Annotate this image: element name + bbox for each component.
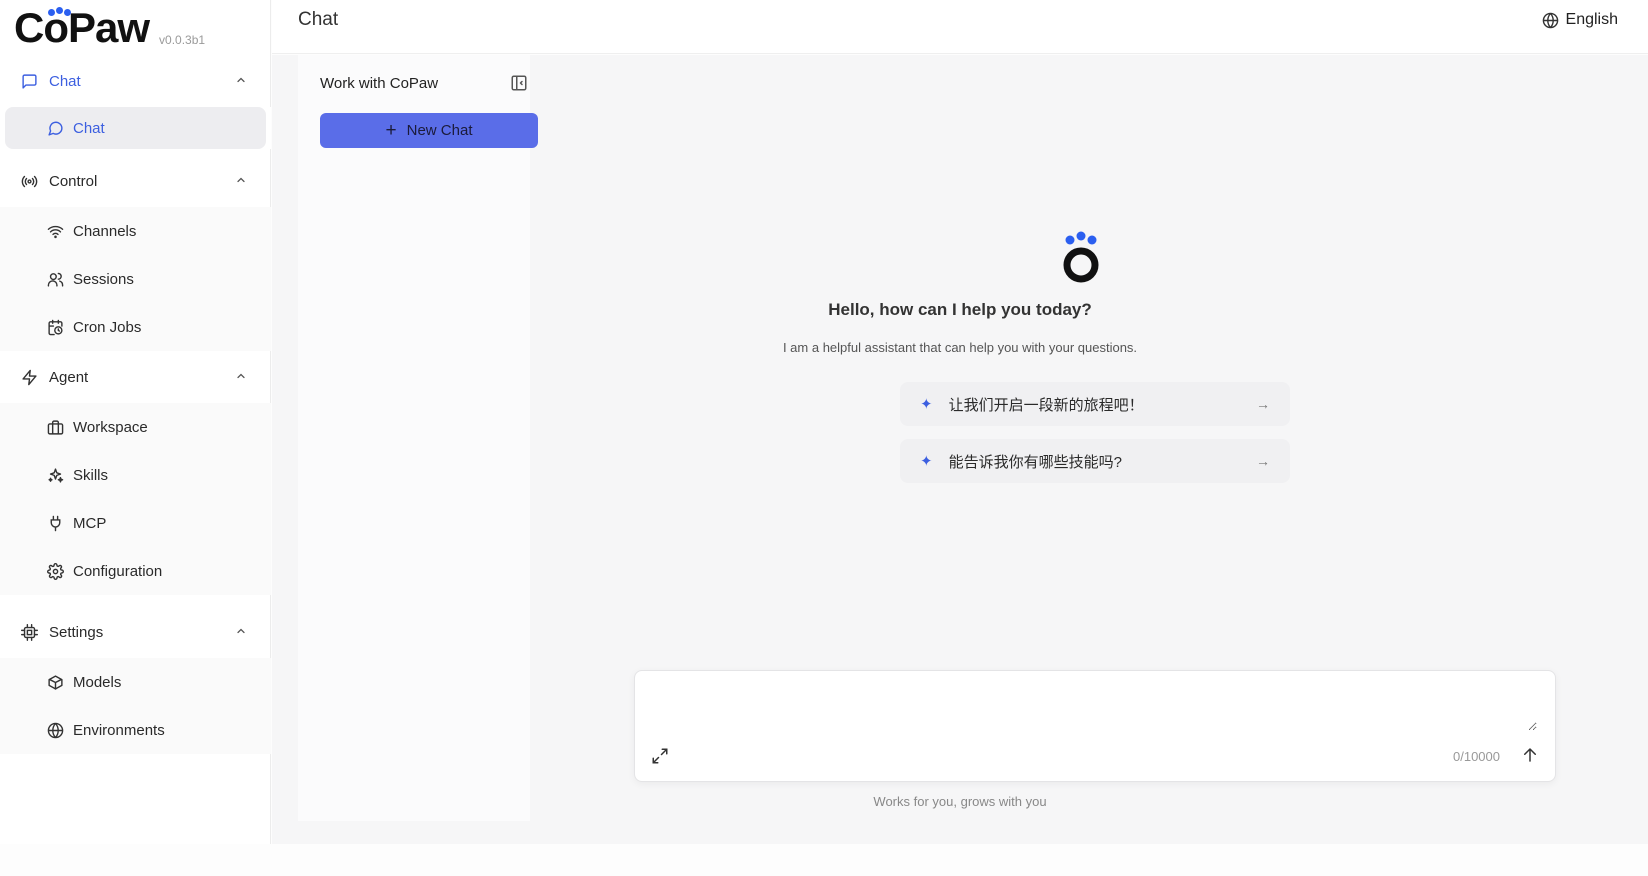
sidebar-item-chat[interactable]: Chat (5, 107, 266, 149)
page-title: Chat (298, 9, 339, 30)
message-input[interactable] (647, 681, 1537, 731)
language-switcher[interactable]: English (1542, 11, 1618, 29)
nav-group-control: Control Channels Sessions Cron Jobs (0, 155, 271, 351)
nav-group-settings: Settings Models Environments (0, 606, 271, 754)
sidebar-item-label: Configuration (73, 562, 163, 580)
send-button[interactable] (1521, 746, 1539, 764)
nav-group-header-chat[interactable]: Chat (0, 55, 271, 107)
nav-group-chat: Chat Chat (0, 55, 271, 149)
sidebar-item-label: Workspace (73, 418, 148, 436)
app-window: CoPaw v0.0.3b1 Chat Chat Control Channel… (0, 0, 1648, 876)
nav-group-header-agent[interactable]: Agent (0, 351, 271, 403)
logo-dots (48, 7, 72, 17)
box-icon (46, 673, 64, 691)
message-circle-icon (46, 119, 64, 137)
chevron-up-icon (235, 73, 247, 90)
collapse-panel-button[interactable] (510, 74, 528, 92)
radio-icon (20, 172, 38, 190)
cpu-icon (20, 623, 38, 641)
logo-text: CoPaw (14, 4, 150, 51)
nav-group-agent: Agent Workspace Skills MCP Configuration (0, 351, 271, 595)
sidebar-item-label: Environments (73, 721, 165, 739)
suggested-prompt[interactable]: ✦ 让我们开启一段新的旅程吧！ → (900, 382, 1290, 426)
sidebar-item-label: Cron Jobs (73, 318, 142, 336)
nav-group-label: Agent (49, 368, 89, 386)
nav-group-body: Models Environments (0, 658, 271, 754)
sidebar-item-workspace[interactable]: Workspace (0, 403, 271, 451)
panel-collapse-icon (511, 75, 527, 91)
sparkle-icon: ✦ (920, 396, 933, 413)
sidebar-item-label: Chat (73, 119, 105, 137)
sidebar-item-label: Channels (73, 222, 137, 240)
arrow-right-icon: → (1256, 396, 1270, 412)
expand-button[interactable] (651, 747, 669, 765)
wifi-icon (46, 222, 64, 240)
suggested-prompt-text: 能告诉我你有哪些技能吗? (948, 453, 1122, 471)
plus-icon: + (385, 119, 397, 141)
version-label: v0.0.3b1 (159, 33, 206, 47)
globe-icon (1542, 12, 1559, 29)
suggested-prompt[interactable]: ✦ 能告诉我你有哪些技能吗? → (900, 439, 1290, 483)
nav-group-header-settings[interactable]: Settings (0, 606, 271, 658)
expand-icon (652, 748, 668, 764)
character-counter: 0/10000 (1453, 749, 1500, 764)
main-content: Work with CoPaw + New Chat Hello, how ca… (272, 55, 1648, 844)
chat-list-panel: Work with CoPaw + New Chat (298, 55, 538, 821)
new-chat-button[interactable]: + New Chat (320, 113, 538, 148)
chevron-up-icon (235, 173, 247, 190)
nav-group-body: Chat (0, 107, 271, 149)
suggested-prompt-text: 让我们开启一段新的旅程吧！ (948, 396, 1144, 414)
plug-icon (46, 514, 64, 532)
sparkle-icon: ✦ (920, 453, 933, 470)
nav-group-body: Channels Sessions Cron Jobs (0, 207, 271, 351)
new-chat-label: New Chat (406, 122, 473, 139)
nav-group-body: Workspace Skills MCP Configuration (0, 403, 271, 595)
logo: CoPaw v0.0.3b1 (14, 6, 205, 50)
globe-icon (46, 721, 64, 739)
welcome-subtitle: I am a helpful assistant that can help y… (782, 340, 1138, 355)
calendar-clock-icon (46, 318, 64, 336)
sidebar-item-environments[interactable]: Environments (0, 706, 271, 754)
users-icon (46, 270, 64, 288)
sidebar-item-channels[interactable]: Channels (0, 207, 271, 255)
sidebar-item-skills[interactable]: Skills (0, 451, 271, 499)
chevron-up-icon (235, 624, 247, 641)
sidebar-item-label: MCP (73, 514, 107, 532)
briefcase-icon (46, 418, 64, 436)
copaw-mascot-icon (1063, 231, 1099, 283)
sidebar: CoPaw v0.0.3b1 Chat Chat Control Channel… (0, 0, 271, 844)
sidebar-item-label: Sessions (73, 270, 134, 288)
sidebar-item-mcp[interactable]: MCP (0, 499, 271, 547)
top-header: Chat English (272, 0, 1648, 54)
arrow-right-icon: → (1256, 453, 1270, 469)
message-square-icon (20, 72, 38, 90)
arrow-up-icon (1524, 747, 1536, 762)
nav-group-header-control[interactable]: Control (0, 155, 271, 207)
nav-group-label: Control (49, 172, 98, 190)
language-label: English (1565, 11, 1618, 28)
chat-list-title: Work with CoPaw (320, 75, 439, 92)
nav-group-label: Settings (49, 623, 104, 641)
nav-group-label: Chat (49, 72, 81, 90)
sidebar-item-sessions[interactable]: Sessions (0, 255, 271, 303)
composer-tagline: Works for you, grows with you (873, 794, 1047, 809)
gear-icon (46, 562, 64, 580)
sidebar-item-label: Skills (73, 466, 109, 484)
zap-icon (20, 368, 38, 386)
sidebar-item-label: Models (73, 673, 122, 691)
welcome-greeting: Hello, how can I help you today? (828, 300, 1092, 319)
chevron-up-icon (235, 369, 247, 386)
sparkles-icon (46, 466, 64, 484)
sidebar-item-models[interactable]: Models (0, 658, 271, 706)
sidebar-item-configuration[interactable]: Configuration (0, 547, 271, 595)
sidebar-item-cron-jobs[interactable]: Cron Jobs (0, 303, 271, 351)
message-composer: 0/10000 (634, 670, 1556, 782)
